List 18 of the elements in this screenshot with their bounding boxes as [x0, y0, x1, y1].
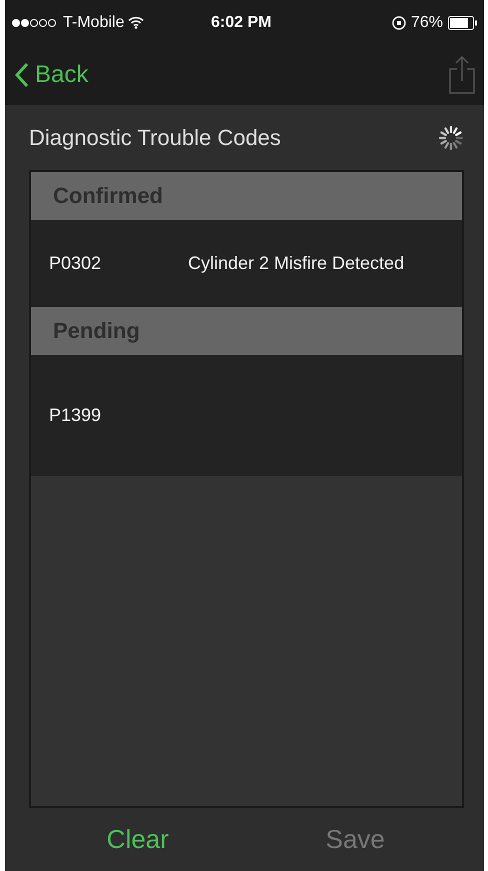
carrier-name: T-Mobile [63, 14, 124, 32]
signal-icon [11, 18, 59, 28]
back-button[interactable]: Back [15, 61, 88, 89]
code-description: Cylinder 2 Misfire Detected [188, 253, 404, 274]
action-button[interactable]: Clear [29, 808, 246, 871]
section-header: Pending [53, 318, 140, 344]
battery-percent: 76% [410, 14, 443, 32]
loading-spinner-icon [438, 124, 464, 150]
share-icon[interactable] [448, 55, 476, 95]
chevron-left-icon [15, 62, 29, 88]
status-time: 6:02 PM [211, 14, 272, 32]
wifi-icon [128, 16, 144, 29]
page-title: Diagnostic Trouble Codes [29, 124, 281, 150]
trouble-code: P0302 [49, 253, 102, 274]
trouble-code: P1399 [49, 405, 102, 426]
rotation-lock-icon [392, 16, 406, 30]
section-header: Confirmed [53, 183, 163, 209]
battery-icon [448, 16, 478, 30]
